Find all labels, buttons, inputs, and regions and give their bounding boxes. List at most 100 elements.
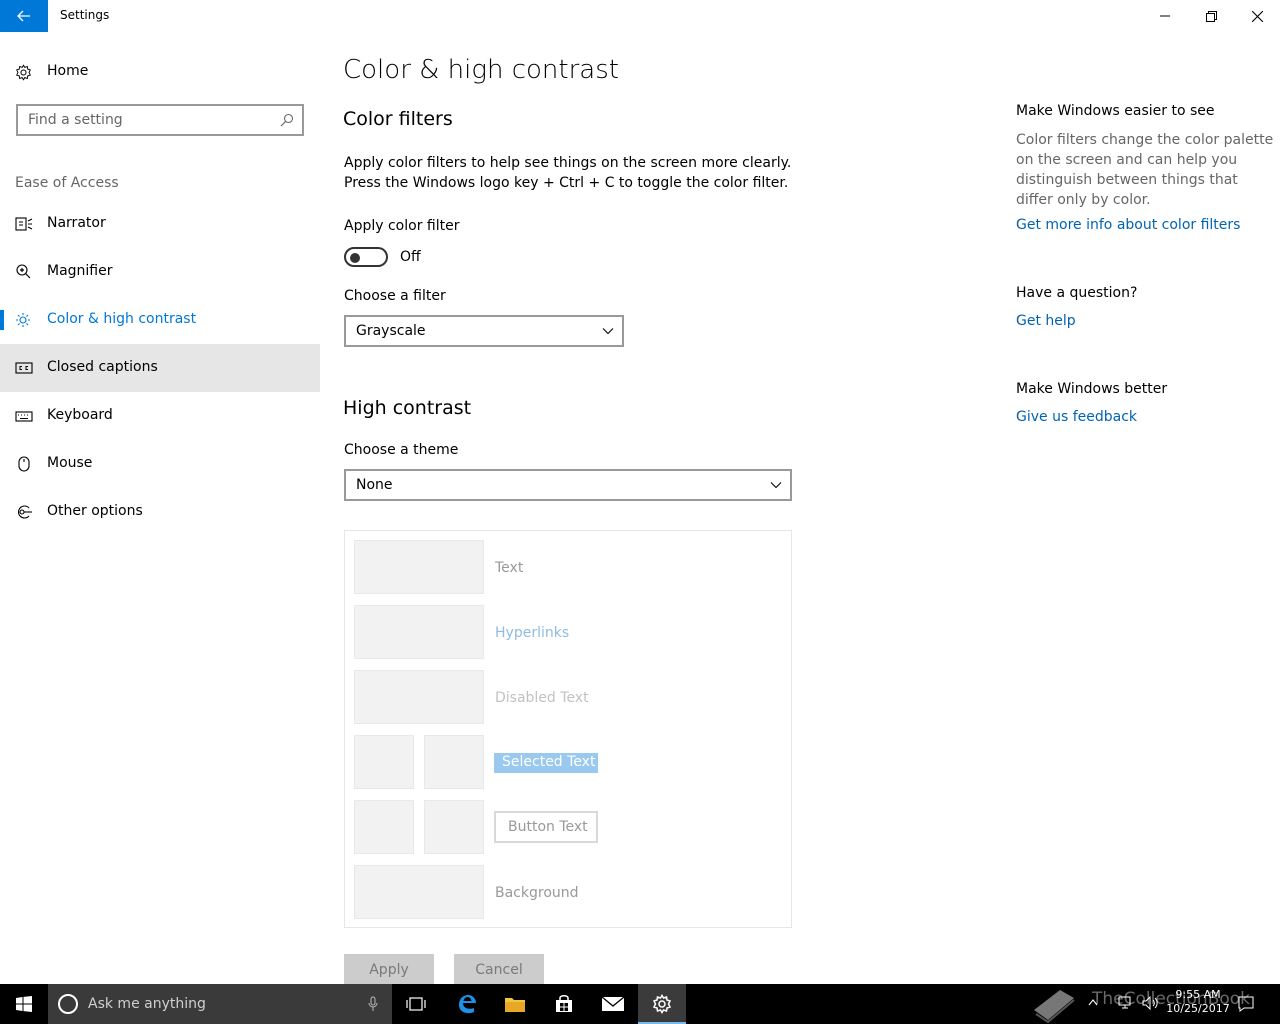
color-filters-heading: Color filters xyxy=(343,108,453,130)
high-contrast-heading: High contrast xyxy=(343,397,472,419)
hyperlink-color-swatch[interactable] xyxy=(354,605,484,659)
choose-theme-label: Choose a theme xyxy=(344,442,459,458)
sidebar-item-label: Mouse xyxy=(47,455,93,471)
preview-background-label: Background xyxy=(495,885,579,901)
settings-taskbar-button[interactable] xyxy=(638,984,686,1024)
preview-hyperlinks-label: Hyperlinks xyxy=(495,625,570,641)
window-title: Settings xyxy=(60,8,110,22)
clock-date: 10/25/2017 xyxy=(1166,1002,1230,1015)
color-filters-description-line1: Apply color filters to help see things o… xyxy=(344,155,792,171)
back-button[interactable] xyxy=(0,0,48,32)
other-options-icon xyxy=(18,505,32,519)
sidebar-item-narrator[interactable]: Narrator xyxy=(0,200,320,248)
sidebar-item-label: Closed captions xyxy=(47,359,158,375)
start-button[interactable] xyxy=(0,984,48,1024)
task-view-button[interactable] xyxy=(392,984,440,1024)
give-feedback-link[interactable]: Give us feedback xyxy=(1016,409,1137,425)
chevron-down-icon xyxy=(770,482,782,489)
back-arrow-icon xyxy=(17,10,30,22)
volume-icon[interactable] xyxy=(1142,996,1160,1010)
gear-icon xyxy=(16,64,31,81)
narrator-icon xyxy=(15,217,33,231)
selected-text-background-swatch[interactable] xyxy=(424,735,484,789)
home-nav-item[interactable]: Home xyxy=(0,56,320,88)
cortana-icon xyxy=(58,994,78,1014)
make-windows-better-heading: Make Windows better xyxy=(1016,381,1168,397)
show-hidden-icons-icon[interactable] xyxy=(1088,998,1098,1006)
restore-button[interactable] xyxy=(1188,0,1234,32)
button-text-foreground-swatch[interactable] xyxy=(354,800,414,854)
search-input[interactable]: Find a setting xyxy=(16,104,304,136)
chevron-down-icon xyxy=(602,328,614,335)
color-filters-description-line2: Press the Windows logo key + Ctrl + C to… xyxy=(344,175,789,191)
edge-browser-button[interactable] xyxy=(443,984,491,1024)
sidebar-item-color-high-contrast[interactable]: Color & high contrast xyxy=(0,296,320,344)
color-filters-info-link[interactable]: Get more info about color filters xyxy=(1016,217,1240,233)
search-placeholder: Find a setting xyxy=(28,112,123,128)
sidebar-item-other-options[interactable]: Other options xyxy=(0,488,320,536)
closed-captions-icon xyxy=(15,362,33,374)
preview-disabled-text-label: Disabled Text xyxy=(495,690,589,706)
file-explorer-button[interactable] xyxy=(491,984,539,1024)
edge-icon xyxy=(459,995,476,1014)
get-help-link[interactable]: Get help xyxy=(1016,313,1076,329)
minimize-button[interactable] xyxy=(1142,0,1188,32)
preview-selected-text: Selected Text xyxy=(494,753,598,773)
high-contrast-preview: Text Hyperlinks Disabled Text Selected T… xyxy=(344,530,792,928)
taskbar-clock[interactable]: 9:55 AM 10/25/2017 xyxy=(1166,988,1230,1016)
mail-icon xyxy=(601,996,625,1011)
background-color-swatch[interactable] xyxy=(354,865,484,919)
cortana-search-text: Ask me anything xyxy=(88,996,206,1012)
store-icon xyxy=(556,995,572,1012)
restore-icon xyxy=(1205,10,1217,22)
text-color-swatch[interactable] xyxy=(354,540,484,594)
sidebar-item-label: Keyboard xyxy=(47,407,113,423)
microphone-icon[interactable] xyxy=(368,996,378,1012)
color-filter-toggle[interactable] xyxy=(344,247,388,267)
color-filters-info-text: Color filters change the color palette o… xyxy=(1016,132,1274,208)
action-center-icon[interactable] xyxy=(1238,996,1254,1012)
theme-dropdown[interactable]: None xyxy=(344,469,792,501)
sidebar-item-label: Color & high contrast xyxy=(47,311,197,327)
filter-dropdown[interactable]: Grayscale xyxy=(344,315,624,347)
brightness-icon xyxy=(16,313,30,327)
sidebar-item-keyboard[interactable]: Keyboard xyxy=(0,392,320,440)
taskbar: Ask me anything TheCollectionBook 9:55 A… xyxy=(0,984,1280,1024)
folder-icon xyxy=(505,998,525,1012)
section-label-ease-of-access: Ease of Access xyxy=(15,175,119,191)
mouse-icon xyxy=(18,456,30,472)
choose-filter-label: Choose a filter xyxy=(344,288,446,304)
sidebar-item-label: Magnifier xyxy=(47,263,113,279)
make-windows-easier-heading: Make Windows easier to see xyxy=(1016,103,1215,119)
preview-button-text: Button Text xyxy=(494,811,598,843)
apply-color-filter-label: Apply color filter xyxy=(344,218,460,234)
windows-logo-icon xyxy=(16,996,32,1012)
close-icon xyxy=(1251,10,1263,22)
clock-time: 9:55 AM xyxy=(1175,988,1221,1001)
store-button[interactable] xyxy=(540,984,588,1024)
sidebar-item-closed-captions[interactable]: Closed captions xyxy=(0,344,320,392)
cortana-search-box[interactable]: Ask me anything xyxy=(48,984,392,1024)
sidebar: Home Find a setting Ease of Access Narra… xyxy=(0,32,320,984)
disabled-text-color-swatch[interactable] xyxy=(354,670,484,724)
button-text-background-swatch[interactable] xyxy=(424,800,484,854)
sidebar-item-magnifier[interactable]: Magnifier xyxy=(0,248,320,296)
keyboard-icon xyxy=(15,411,33,422)
sidebar-item-mouse[interactable]: Mouse xyxy=(0,440,320,488)
sidebar-item-label: Narrator xyxy=(47,215,106,231)
home-label: Home xyxy=(47,63,89,79)
preview-text-label: Text xyxy=(495,560,524,576)
close-button[interactable] xyxy=(1234,0,1280,32)
cancel-button[interactable]: Cancel xyxy=(454,954,544,986)
search-icon xyxy=(280,113,294,127)
mail-button[interactable] xyxy=(589,984,637,1024)
apply-button[interactable]: Apply xyxy=(344,954,434,986)
toggle-state-label: Off xyxy=(400,249,421,265)
task-view-icon xyxy=(406,997,426,1011)
toggle-knob xyxy=(350,253,360,263)
page-title: Color & high contrast xyxy=(343,55,619,85)
selected-text-foreground-swatch[interactable] xyxy=(354,735,414,789)
sidebar-item-label: Other options xyxy=(47,503,143,519)
book-logo-icon xyxy=(1034,990,1075,1024)
network-icon[interactable] xyxy=(1118,996,1134,1010)
